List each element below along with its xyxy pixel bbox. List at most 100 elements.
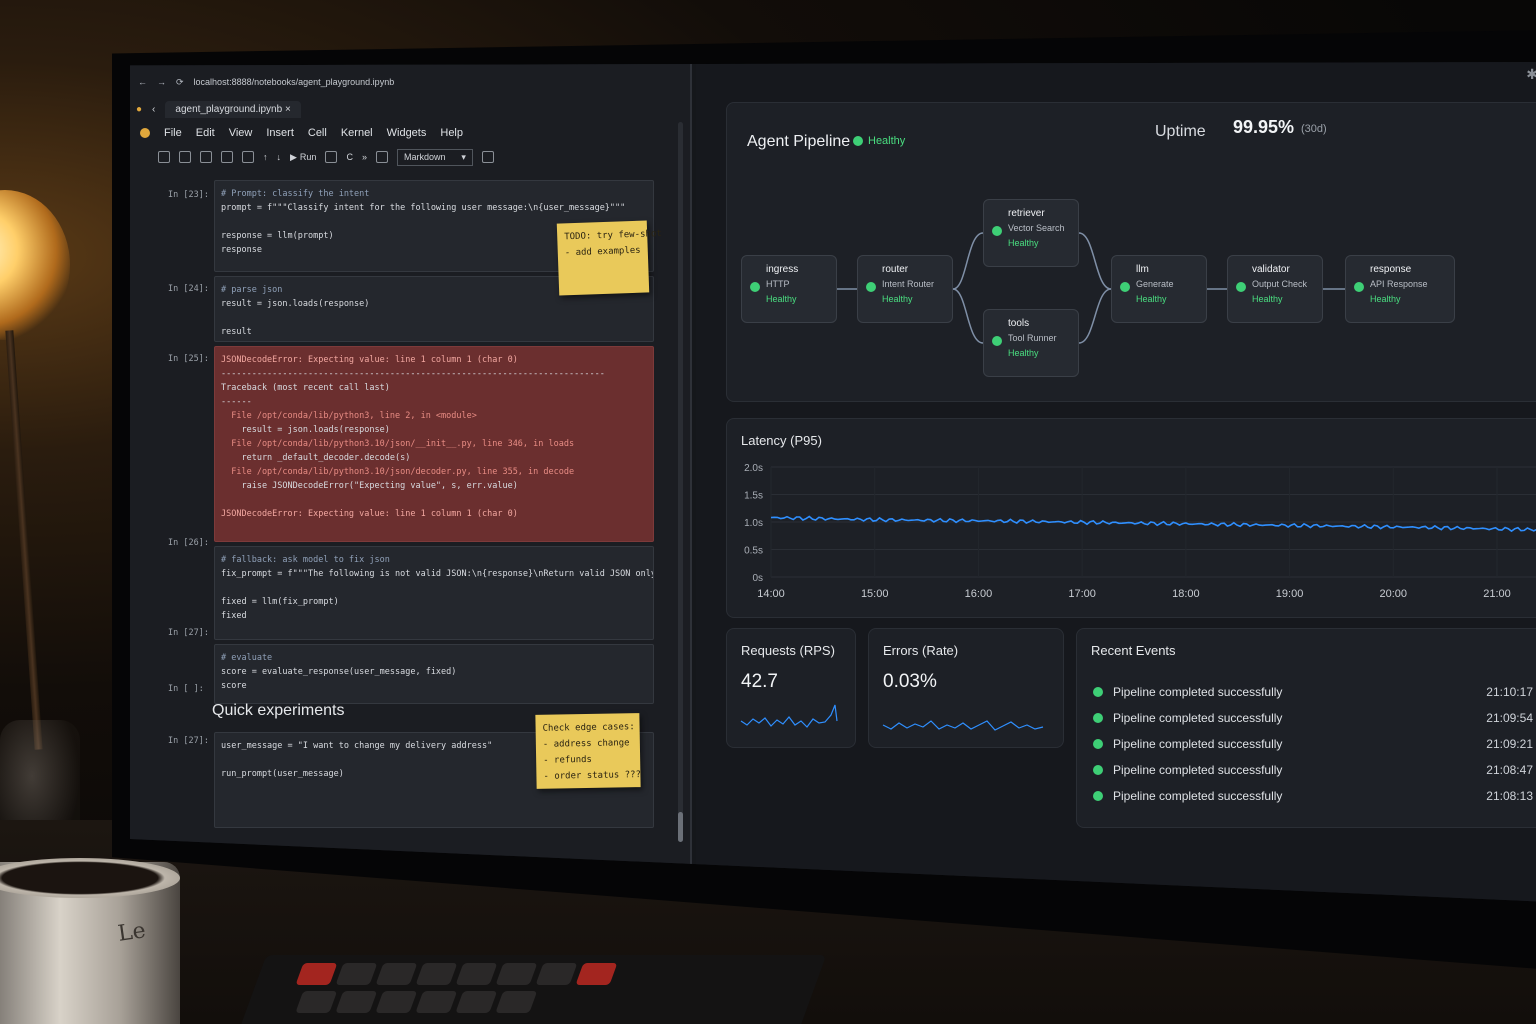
save-icon[interactable] <box>158 151 170 163</box>
x-tick-label: 17:00 <box>1068 588 1096 600</box>
code-line: fix_prompt = f"""The following is not va… <box>221 569 654 579</box>
node-ingress[interactable]: ingress HTTP Healthy <box>741 255 837 323</box>
agent-dashboard: ✱ Agent Pipeline Healthy Uptime 99.95% (… <box>696 62 1536 902</box>
pin-icon[interactable]: ✱ <box>1526 66 1536 83</box>
scrollbar-thumb[interactable] <box>678 812 683 842</box>
browser-address-bar: ← → ⟳ localhost:8888/notebooks/agent_pla… <box>130 70 690 94</box>
menu-help[interactable]: Help <box>440 127 463 139</box>
code-line: # Prompt: classify the intent <box>221 189 370 199</box>
y-tick-label: 0s <box>752 573 763 584</box>
paste-icon[interactable] <box>242 151 254 163</box>
x-tick-label: 16:00 <box>965 588 993 600</box>
event-time: 21:09:54 <box>1486 711 1533 725</box>
menu-insert[interactable]: Insert <box>266 127 294 139</box>
notebook-tab-title: agent_playground.ipynb <box>175 103 283 115</box>
close-tab-icon[interactable]: × <box>285 104 291 115</box>
menu-kernel[interactable]: Kernel <box>341 127 373 139</box>
node-retriever[interactable]: retriever Vector Search Healthy <box>983 199 1079 267</box>
error-output-cell[interactable]: JSONDecodeError: Expecting value: line 1… <box>214 346 654 542</box>
event-row[interactable]: Pipeline completed successfully 21:08:13 <box>1093 789 1533 803</box>
event-text: Pipeline completed successfully <box>1113 685 1283 699</box>
check-icon <box>1093 687 1103 697</box>
back-arrow-icon[interactable]: ‹ <box>152 104 155 115</box>
error-line: JSONDecodeError: Expecting value: line 1… <box>221 355 518 365</box>
cell-prompt: In [25]: <box>168 354 209 364</box>
menu-cell[interactable]: Cell <box>308 127 327 139</box>
node-name: router <box>882 264 909 275</box>
node-name: llm <box>1136 264 1149 275</box>
event-time: 21:10:17 <box>1486 685 1533 699</box>
back-icon[interactable]: ← <box>138 77 147 87</box>
node-router[interactable]: router Intent Router Healthy <box>857 255 953 323</box>
errors-sparkline-line <box>882 720 1044 731</box>
error-line: File /opt/conda/lib/python3.10/json/__in… <box>221 439 575 449</box>
event-time: 21:08:47 <box>1486 763 1533 777</box>
event-row[interactable]: Pipeline completed successfully 21:10:17 <box>1093 685 1533 699</box>
error-line: raise JSONDecodeError("Expecting value",… <box>221 481 518 491</box>
copy-icon[interactable] <box>221 151 233 163</box>
error-line: return _default_decoder.decode(s) <box>221 453 411 463</box>
add-cell-icon[interactable] <box>179 151 191 163</box>
fast-forward-icon[interactable]: » <box>362 152 367 162</box>
error-line: ----------------------------------------… <box>221 369 605 379</box>
code-line: result <box>221 327 252 337</box>
menu-widgets[interactable]: Widgets <box>387 127 427 139</box>
check-icon <box>866 282 876 292</box>
kernel-status-icon <box>140 128 150 138</box>
code-line: user_message = "I want to change my deli… <box>221 741 493 751</box>
event-row[interactable]: Pipeline completed successfully 21:08:47 <box>1093 763 1533 777</box>
code-line: result = json.loads(response) <box>221 299 370 309</box>
latency-chart: 2.0s 1.5s 1.0s 0.5s 0s 14:00 15:00 16:00 17:00 18… <box>744 463 1536 600</box>
node-name: ingress <box>766 264 799 275</box>
run-button[interactable]: ▶ Run <box>290 152 316 163</box>
requests-title: Requests (RPS) <box>741 643 835 658</box>
x-tick-label: 15:00 <box>861 588 889 600</box>
node-status: Healthy <box>1008 348 1039 358</box>
requests-sparkline <box>740 704 838 728</box>
menu-file[interactable]: File <box>164 127 182 139</box>
restart-icon[interactable]: C <box>346 152 353 162</box>
command-palette-icon[interactable] <box>481 151 494 163</box>
play-icon: ▶ <box>290 151 297 162</box>
move-up-icon[interactable]: ↑ <box>263 152 268 162</box>
node-tools[interactable]: tools Tool Runner Healthy <box>983 309 1079 377</box>
stop-icon[interactable] <box>325 151 338 163</box>
forward-icon[interactable]: → <box>157 77 166 87</box>
move-down-icon[interactable]: ↓ <box>277 152 282 162</box>
event-text: Pipeline completed successfully <box>1113 763 1283 777</box>
code-line: fixed = llm(fix_prompt) <box>221 597 339 607</box>
notebook-scrollbar[interactable] <box>678 122 683 842</box>
cell-prompt: In [24]: <box>168 284 209 294</box>
cell-type-select[interactable]: Markdown ▾ <box>396 148 473 166</box>
reload-icon[interactable]: ⟳ <box>176 77 184 88</box>
notebook-menu-bar: File Edit View Insert Cell Kernel Widget… <box>130 122 690 144</box>
code-line: score <box>221 681 247 691</box>
code-line: run_prompt(user_message) <box>221 769 344 779</box>
check-icon <box>1354 282 1364 292</box>
node-status: Healthy <box>1252 294 1283 304</box>
node-validator[interactable]: validator Output Check Healthy <box>1227 255 1323 323</box>
sticky-note-edge-cases: Check edge cases: - address change - ref… <box>535 713 641 789</box>
jupyter-logo-icon: ● <box>136 103 143 115</box>
code-cell-26[interactable]: # fallback: ask model to fix json fix_pr… <box>214 546 654 640</box>
node-response[interactable]: response API Response Healthy <box>1345 255 1455 323</box>
event-row[interactable]: Pipeline completed successfully 21:09:21 <box>1093 737 1533 751</box>
cell-type-value: Markdown <box>403 151 446 162</box>
notebook-tab[interactable]: agent_playground.ipynb × <box>165 100 301 118</box>
recent-events-card: Recent Events Pipeline completed success… <box>1076 628 1536 828</box>
node-subtitle: Generate <box>1136 279 1174 289</box>
cut-icon[interactable] <box>200 151 212 163</box>
menu-edit[interactable]: Edit <box>196 127 215 139</box>
menu-view[interactable]: View <box>229 127 253 139</box>
node-llm[interactable]: llm Generate Healthy <box>1111 255 1207 323</box>
code-line: fixed <box>221 611 247 621</box>
cell-prompt: In [ ]: <box>168 684 204 694</box>
code-cell-27[interactable]: # evaluate score = evaluate_response(use… <box>214 644 654 704</box>
requests-sparkline-line <box>740 704 838 728</box>
event-row[interactable]: Pipeline completed successfully 21:09:54 <box>1093 711 1533 725</box>
keyboard-icon[interactable] <box>375 151 388 163</box>
mug-text: Le <box>116 918 148 947</box>
url-field[interactable]: localhost:8888/notebooks/agent_playgroun… <box>194 77 395 87</box>
event-text: Pipeline completed successfully <box>1113 737 1283 751</box>
y-tick-label: 1.0s <box>744 518 763 529</box>
